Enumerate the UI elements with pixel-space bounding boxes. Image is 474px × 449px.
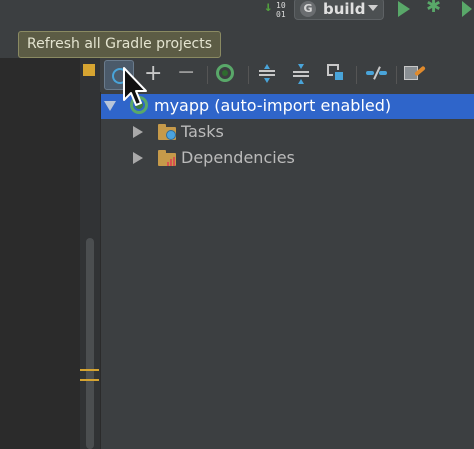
download-arrow-icon: ↓: [264, 0, 273, 15]
editor-scrollbar-thumb[interactable]: [86, 238, 94, 449]
tree-item-dependencies[interactable]: Dependencies: [181, 148, 295, 168]
toolbar-divider: [248, 66, 249, 84]
run-configuration-select[interactable]: G build: [294, 0, 384, 20]
expand-all-icon[interactable]: [258, 64, 276, 84]
run-configuration-label: build: [323, 0, 366, 18]
expand-arrow-right-icon[interactable]: [133, 126, 143, 138]
tree-root-label[interactable]: myapp (auto-import enabled): [154, 96, 391, 116]
unlink-project-icon[interactable]: [366, 64, 388, 82]
bit-counter-icon[interactable]: ↓ 10 01: [262, 0, 288, 22]
dependencies-folder-icon: [158, 150, 178, 166]
warning-stripe-marker[interactable]: [83, 64, 95, 76]
toolbar-divider: [396, 66, 397, 84]
collapse-all-icon[interactable]: [292, 64, 310, 84]
ide-window: ↓ 10 01 G build ✱ + − myapp (auto-import…: [0, 0, 474, 449]
tasks-folder-icon: [158, 124, 178, 140]
chevron-down-icon: [368, 5, 378, 11]
expand-arrow-right-icon[interactable]: [133, 152, 143, 164]
error-stripe-marker[interactable]: [80, 369, 99, 371]
run-more-icon[interactable]: [460, 0, 474, 18]
refresh-tooltip: Refresh all Gradle projects: [18, 31, 221, 58]
bit-counter-digits: 10 01: [276, 1, 286, 19]
toolbar-divider: [207, 66, 208, 84]
group-modules-icon[interactable]: [327, 64, 345, 82]
main-toolbar: ↓ 10 01 G build ✱: [0, 0, 474, 30]
expand-arrow-down-icon[interactable]: [104, 101, 116, 111]
gradle-icon: G: [300, 1, 316, 17]
mouse-pointer-icon: [123, 67, 147, 106]
execute-gradle-task-icon[interactable]: [216, 64, 234, 82]
debug-bug-icon[interactable]: ✱: [426, 0, 448, 18]
toolbar-divider: [356, 66, 357, 84]
error-stripe-marker[interactable]: [80, 379, 99, 381]
remove-project-button[interactable]: −: [177, 61, 195, 85]
run-icon[interactable]: [396, 0, 412, 18]
gradle-settings-icon[interactable]: [404, 63, 428, 85]
tree-item-tasks[interactable]: Tasks: [181, 122, 224, 142]
